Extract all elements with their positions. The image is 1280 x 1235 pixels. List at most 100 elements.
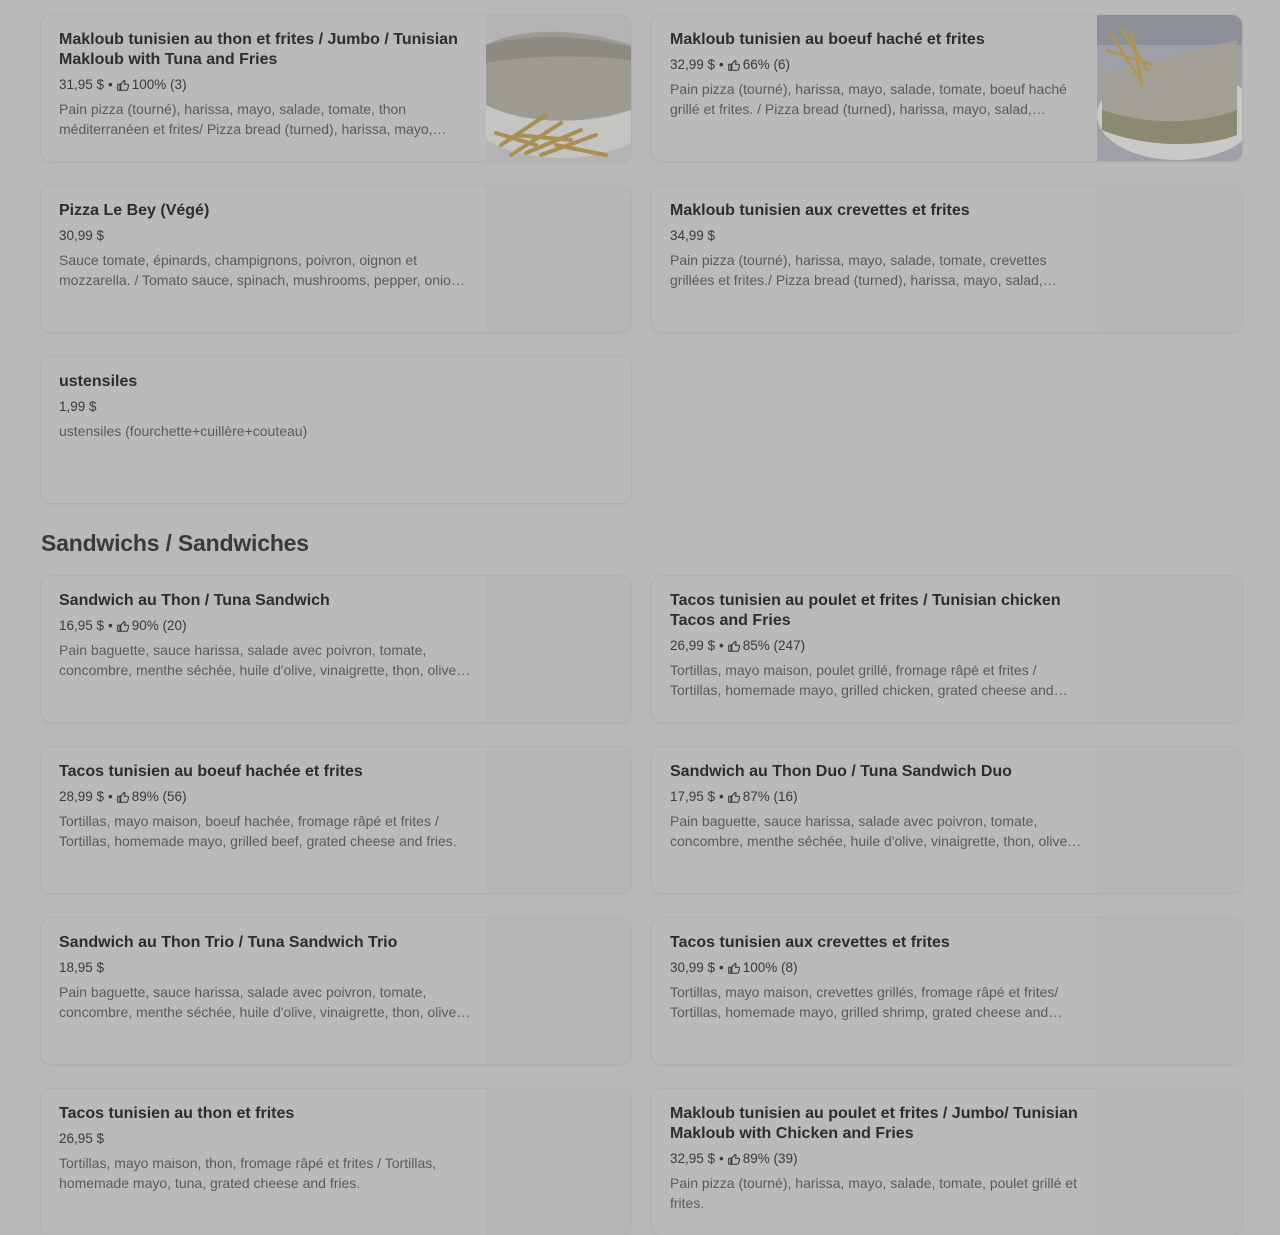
item-price: 28,99 $ [59, 789, 105, 804]
item-photo-placeholder [1097, 186, 1242, 332]
menu-item-card[interactable]: Sandwich au Thon / Tuna Sandwich 16,95 $… [41, 576, 631, 722]
item-meta: 17,95 $ • 87% (16) [670, 787, 1082, 807]
item-meta: 18,95 $ [59, 958, 471, 978]
thumbs-up-icon [728, 640, 740, 652]
thumbs-up-icon [728, 962, 740, 974]
menu-item-card[interactable]: Tacos tunisien au thon et frites 26,95 $… [41, 1089, 631, 1235]
item-meta: 26,95 $ [59, 1129, 471, 1149]
item-description: Pain baguette, sauce harissa, salade ave… [59, 642, 464, 678]
item-meta: 34,99 $ [670, 226, 1082, 246]
item-price: 30,99 $ [59, 228, 105, 243]
item-photo-placeholder [1097, 576, 1242, 722]
menu-page: Makloub tunisien au thon et frites / Jum… [0, 0, 1280, 1235]
menu-item-card[interactable]: Tacos tunisien au poulet et frites / Tun… [652, 576, 1242, 722]
thumbs-up-icon [728, 59, 740, 71]
item-rating: 66% (6) [742, 57, 791, 72]
item-title: Sandwich au Thon Trio / Tuna Sandwich Tr… [59, 934, 398, 951]
item-photo-placeholder [486, 747, 631, 893]
item-title: Tacos tunisien au poulet et frites / Tun… [670, 592, 1061, 629]
menu-item-card[interactable]: Makloub tunisien aux crevettes et frites… [652, 186, 1242, 332]
item-description: Pain pizza (tourné), harissa, mayo, sala… [670, 81, 1067, 117]
item-meta: 26,99 $ • 85% (247) [670, 636, 1082, 656]
item-price: 18,95 $ [59, 960, 105, 975]
menu-item-card[interactable]: Pizza Le Bey (Végé) 30,99 $ Sauce tomate… [41, 186, 631, 332]
thumbs-up-icon [728, 791, 740, 803]
item-title: Tacos tunisien au thon et frites [59, 1105, 295, 1122]
item-title: Sandwich au Thon Duo / Tuna Sandwich Duo [670, 763, 1012, 780]
item-price: 30,99 $ [670, 960, 716, 975]
item-photo-placeholder [486, 1089, 631, 1235]
separator-dot: • [108, 789, 113, 804]
item-price: 16,95 $ [59, 618, 105, 633]
item-meta: 16,95 $ • 90% (20) [59, 616, 471, 636]
item-meta: 30,99 $ • 100% (8) [670, 958, 1082, 978]
item-price: 32,95 $ [670, 1151, 716, 1166]
item-price: 1,99 $ [59, 399, 97, 414]
item-rating: 90% (20) [131, 618, 187, 633]
item-description: Sauce tomate, épinards, champignons, poi… [59, 252, 459, 288]
separator-dot: • [719, 1151, 724, 1166]
separator-dot: • [108, 77, 113, 92]
item-title: Makloub tunisien aux crevettes et frites [670, 202, 970, 219]
item-photo [486, 15, 631, 161]
item-description: Pain pizza (tourné), harissa, mayo, sala… [670, 252, 1047, 288]
thumbs-up-icon [117, 791, 129, 803]
item-description: Pain pizza (tourné), harissa, mayo, sala… [670, 1175, 1077, 1211]
item-title: Makloub tunisien au thon et frites / Jum… [59, 31, 458, 68]
item-rating: 100% (3) [131, 77, 187, 92]
item-meta: 1,99 $ [59, 397, 471, 417]
menu-item-card[interactable]: ustensiles 1,99 $ ustensiles (fourchette… [41, 357, 631, 503]
item-meta: 28,99 $ • 89% (56) [59, 787, 471, 807]
thumbs-up-icon [728, 1153, 740, 1165]
item-photo [1097, 15, 1242, 161]
item-photo-placeholder [486, 918, 631, 1064]
item-description: Tortillas, mayo maison, thon, fromage râ… [59, 1155, 437, 1191]
item-description: Pain pizza (tourné), harissa, mayo, sala… [59, 101, 433, 137]
item-meta: 30,99 $ [59, 226, 471, 246]
menu-item-card[interactable]: Tacos tunisien au boeuf hachée et frites… [41, 747, 631, 893]
item-title: ustensiles [59, 373, 138, 390]
item-description: Tortillas, mayo maison, poulet grillé, f… [670, 662, 1054, 698]
item-price: 26,99 $ [670, 638, 716, 653]
item-price: 34,99 $ [670, 228, 716, 243]
thumbs-up-icon [117, 620, 129, 632]
item-rating: 87% (16) [742, 789, 798, 804]
item-description: Tortillas, mayo maison, crevettes grillé… [670, 984, 1059, 1020]
item-title: Makloub tunisien au poulet et frites / J… [670, 1105, 1078, 1142]
item-photo-placeholder [1097, 1089, 1242, 1235]
item-title: Makloub tunisien au boeuf haché et frite… [670, 31, 985, 48]
item-price: 32,99 $ [670, 57, 716, 72]
separator-dot: • [108, 618, 113, 633]
item-meta: 31,95 $ • 100% (3) [59, 75, 471, 95]
item-description: Pain baguette, sauce harissa, salade ave… [59, 984, 464, 1020]
item-photo-placeholder [1097, 918, 1242, 1064]
item-rating: 100% (8) [742, 960, 798, 975]
item-rating: 89% (39) [742, 1151, 798, 1166]
item-price: 26,95 $ [59, 1131, 105, 1146]
menu-item-card[interactable]: Makloub tunisien au thon et frites / Jum… [41, 15, 631, 161]
separator-dot: • [719, 960, 724, 975]
item-title: Pizza Le Bey (Végé) [59, 202, 210, 219]
item-photo-placeholder [486, 186, 631, 332]
item-rating: 85% (247) [742, 638, 806, 653]
item-description: Pain baguette, sauce harissa, salade ave… [670, 813, 1075, 849]
thumbs-up-icon [117, 79, 129, 91]
separator-dot: • [719, 57, 724, 72]
section-heading: Sandwichs / Sandwiches [41, 530, 309, 556]
menu-item-card[interactable]: Makloub tunisien au poulet et frites / J… [652, 1089, 1242, 1235]
separator-dot: • [719, 789, 724, 804]
item-description: ustensiles (fourchette+cuillère+couteau) [59, 423, 308, 439]
item-photo-placeholder [1097, 747, 1242, 893]
menu-item-card[interactable]: Makloub tunisien au boeuf haché et frite… [652, 15, 1242, 161]
item-rating: 89% (56) [131, 789, 187, 804]
item-description: Tortillas, mayo maison, boeuf hachée, fr… [59, 813, 457, 849]
item-title: Tacos tunisien au boeuf hachée et frites [59, 763, 363, 780]
separator-dot: • [719, 638, 724, 653]
item-photo-placeholder [486, 576, 631, 722]
item-title: Tacos tunisien aux crevettes et frites [670, 934, 950, 951]
item-price: 31,95 $ [59, 77, 105, 92]
menu-item-card[interactable]: Sandwich au Thon Trio / Tuna Sandwich Tr… [41, 918, 631, 1064]
item-meta: 32,95 $ • 89% (39) [670, 1149, 1082, 1169]
menu-item-card[interactable]: Sandwich au Thon Duo / Tuna Sandwich Duo… [652, 747, 1242, 893]
menu-item-card[interactable]: Tacos tunisien aux crevettes et frites 3… [652, 918, 1242, 1064]
